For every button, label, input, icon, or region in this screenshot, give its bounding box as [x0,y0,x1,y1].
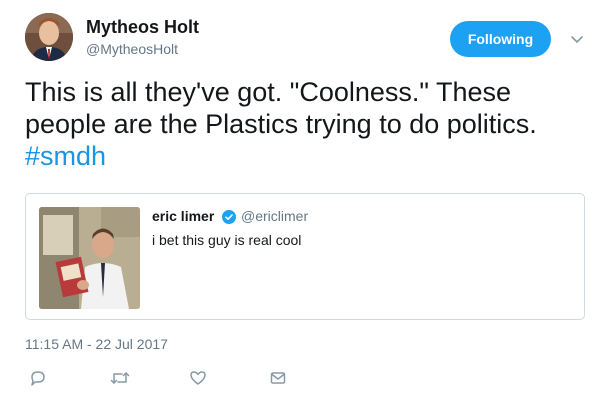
tweet-text-line-2: people are the Plastics trying to do pol… [25,109,537,139]
tweet-timestamp[interactable]: 11:15 AM - 22 Jul 2017 [25,336,168,352]
quoted-author-name: eric limer [152,208,215,224]
envelope-icon[interactable] [268,368,288,388]
heart-icon[interactable] [188,368,208,388]
reply-icon[interactable] [28,368,48,388]
author-display-name[interactable]: Mytheos Holt [86,17,199,38]
quoted-author-handle: @ericlimer [241,208,309,224]
quoted-tweet[interactable]: eric limer @ericlimer i bet this guy is … [25,193,585,320]
retweet-icon[interactable] [110,368,130,388]
avatar-photo [25,13,73,61]
tweet-text-line-1: This is all they've got. "Coolness." The… [25,77,512,107]
quoted-tweet-image [39,207,140,309]
verified-badge-icon [222,210,236,224]
following-button[interactable]: Following [450,21,551,57]
hashtag-link[interactable]: #smdh [25,141,106,171]
author-handle[interactable]: @MytheosHolt [86,41,178,57]
avatar[interactable] [25,13,73,61]
tweet-text: This is all they've got. "Coolness." The… [25,76,605,172]
chevron-down-icon[interactable] [569,31,585,47]
quoted-tweet-text: i bet this guy is real cool [152,232,302,248]
